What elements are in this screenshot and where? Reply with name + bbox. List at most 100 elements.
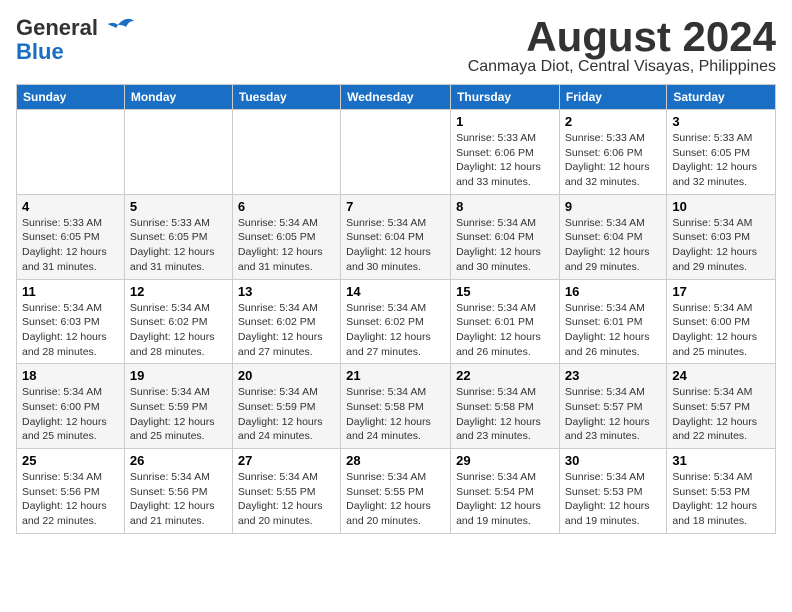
calendar-cell: 25Sunrise: 5:34 AM Sunset: 5:56 PM Dayli… <box>17 449 125 534</box>
calendar-cell: 29 Sunrise: 5:34 AM Sunset: 5:54 PM Dayli… <box>451 449 560 534</box>
calendar-cell: 6 Sunrise: 5:34 AM Sunset: 6:05 PM Daylig… <box>232 194 340 279</box>
day-number: 14 <box>346 284 445 299</box>
day-info: Sunrise: 5:34 AM Sunset: 5:56 PM Dayligh… <box>130 470 227 529</box>
calendar-cell: 30Sunrise: 5:34 AM Sunset: 5:53 PM Dayli… <box>559 449 666 534</box>
day-number: 29 <box>456 453 554 468</box>
day-info: Sunrise: 5:34 AM Sunset: 6:02 PM Dayligh… <box>238 301 335 360</box>
logo-text: GeneralBlue <box>16 16 98 64</box>
day-info: Sunrise: 5:34 AM Sunset: 5:54 PM Dayligh… <box>456 470 554 529</box>
title-block: August 2024 Canmaya Diot, Central Visaya… <box>468 16 776 76</box>
weekday-header: Saturday <box>667 85 776 110</box>
day-number: 13 <box>238 284 335 299</box>
page-header: GeneralBlue August 2024 Canmaya Diot, Ce… <box>16 16 776 76</box>
day-info: Sunrise: 5:33 AM Sunset: 6:05 PM Dayligh… <box>22 216 119 275</box>
page-title: August 2024 <box>468 16 776 58</box>
weekday-header-row: SundayMondayTuesdayWednesdayThursdayFrid… <box>17 85 776 110</box>
page-subtitle: Canmaya Diot, Central Visayas, Philippin… <box>468 58 776 76</box>
calendar-week-row: 1Sunrise: 5:33 AM Sunset: 6:06 PM Daylig… <box>17 110 776 195</box>
calendar-cell <box>232 110 340 195</box>
day-info: Sunrise: 5:34 AM Sunset: 6:02 PM Dayligh… <box>130 301 227 360</box>
calendar-cell: 14 Sunrise: 5:34 AM Sunset: 6:02 PM Dayli… <box>341 279 451 364</box>
day-number: 28 <box>346 453 445 468</box>
logo: GeneralBlue <box>16 16 136 64</box>
day-number: 7 <box>346 199 445 214</box>
day-number: 15 <box>456 284 554 299</box>
day-number: 9 <box>565 199 661 214</box>
calendar-cell: 26 Sunrise: 5:34 AM Sunset: 5:56 PM Dayli… <box>124 449 232 534</box>
calendar-cell: 1Sunrise: 5:33 AM Sunset: 6:06 PM Daylig… <box>451 110 560 195</box>
weekday-header: Thursday <box>451 85 560 110</box>
calendar-cell <box>17 110 125 195</box>
calendar-cell: 10Sunrise: 5:34 AM Sunset: 6:03 PM Dayli… <box>667 194 776 279</box>
calendar-cell: 11 Sunrise: 5:34 AM Sunset: 6:03 PM Dayli… <box>17 279 125 364</box>
calendar-week-row: 4 Sunrise: 5:33 AM Sunset: 6:05 PM Daylig… <box>17 194 776 279</box>
day-info: Sunrise: 5:33 AM Sunset: 6:05 PM Dayligh… <box>130 216 227 275</box>
day-info: Sunrise: 5:33 AM Sunset: 6:05 PM Dayligh… <box>672 131 770 190</box>
day-number: 21 <box>346 368 445 383</box>
day-info: Sunrise: 5:34 AM Sunset: 5:59 PM Dayligh… <box>238 385 335 444</box>
day-info: Sunrise: 5:34 AM Sunset: 6:05 PM Dayligh… <box>238 216 335 275</box>
day-info: Sunrise: 5:34 AM Sunset: 6:04 PM Dayligh… <box>346 216 445 275</box>
day-number: 19 <box>130 368 227 383</box>
calendar-cell: 21 Sunrise: 5:34 AM Sunset: 5:58 PM Dayli… <box>341 364 451 449</box>
weekday-header: Sunday <box>17 85 125 110</box>
calendar-cell <box>341 110 451 195</box>
day-number: 23 <box>565 368 661 383</box>
calendar-cell: 24Sunrise: 5:34 AM Sunset: 5:57 PM Dayli… <box>667 364 776 449</box>
calendar-week-row: 18Sunrise: 5:34 AM Sunset: 6:00 PM Dayli… <box>17 364 776 449</box>
day-info: Sunrise: 5:34 AM Sunset: 6:01 PM Dayligh… <box>565 301 661 360</box>
calendar-cell: 5 Sunrise: 5:33 AM Sunset: 6:05 PM Daylig… <box>124 194 232 279</box>
day-number: 17 <box>672 284 770 299</box>
calendar-cell: 9 Sunrise: 5:34 AM Sunset: 6:04 PM Daylig… <box>559 194 666 279</box>
calendar-cell: 7 Sunrise: 5:34 AM Sunset: 6:04 PM Daylig… <box>341 194 451 279</box>
day-info: Sunrise: 5:34 AM Sunset: 5:53 PM Dayligh… <box>672 470 770 529</box>
day-info: Sunrise: 5:34 AM Sunset: 6:00 PM Dayligh… <box>672 301 770 360</box>
calendar-cell: 3 Sunrise: 5:33 AM Sunset: 6:05 PM Daylig… <box>667 110 776 195</box>
day-number: 11 <box>22 284 119 299</box>
day-info: Sunrise: 5:34 AM Sunset: 5:55 PM Dayligh… <box>346 470 445 529</box>
day-number: 8 <box>456 199 554 214</box>
calendar-cell: 18Sunrise: 5:34 AM Sunset: 6:00 PM Dayli… <box>17 364 125 449</box>
calendar-cell: 16 Sunrise: 5:34 AM Sunset: 6:01 PM Dayli… <box>559 279 666 364</box>
day-number: 4 <box>22 199 119 214</box>
day-info: Sunrise: 5:34 AM Sunset: 6:01 PM Dayligh… <box>456 301 554 360</box>
day-number: 2 <box>565 114 661 129</box>
day-number: 16 <box>565 284 661 299</box>
day-number: 3 <box>672 114 770 129</box>
calendar-table: SundayMondayTuesdayWednesdayThursdayFrid… <box>16 84 776 534</box>
logo-blue: Blue <box>16 39 64 64</box>
day-number: 30 <box>565 453 661 468</box>
calendar-cell: 28 Sunrise: 5:34 AM Sunset: 5:55 PM Dayli… <box>341 449 451 534</box>
day-info: Sunrise: 5:33 AM Sunset: 6:06 PM Dayligh… <box>565 131 661 190</box>
calendar-cell: 19 Sunrise: 5:34 AM Sunset: 5:59 PM Dayli… <box>124 364 232 449</box>
day-info: Sunrise: 5:34 AM Sunset: 6:03 PM Dayligh… <box>672 216 770 275</box>
day-info: Sunrise: 5:33 AM Sunset: 6:06 PM Dayligh… <box>456 131 554 190</box>
day-info: Sunrise: 5:34 AM Sunset: 5:58 PM Dayligh… <box>346 385 445 444</box>
day-number: 31 <box>672 453 770 468</box>
day-number: 6 <box>238 199 335 214</box>
day-info: Sunrise: 5:34 AM Sunset: 5:56 PM Dayligh… <box>22 470 119 529</box>
weekday-header: Monday <box>124 85 232 110</box>
day-info: Sunrise: 5:34 AM Sunset: 5:57 PM Dayligh… <box>672 385 770 444</box>
weekday-header: Wednesday <box>341 85 451 110</box>
day-number: 20 <box>238 368 335 383</box>
calendar-cell: 23Sunrise: 5:34 AM Sunset: 5:57 PM Dayli… <box>559 364 666 449</box>
calendar-cell: 20 Sunrise: 5:34 AM Sunset: 5:59 PM Dayli… <box>232 364 340 449</box>
day-info: Sunrise: 5:34 AM Sunset: 6:02 PM Dayligh… <box>346 301 445 360</box>
calendar-cell: 15 Sunrise: 5:34 AM Sunset: 6:01 PM Dayli… <box>451 279 560 364</box>
calendar-week-row: 25Sunrise: 5:34 AM Sunset: 5:56 PM Dayli… <box>17 449 776 534</box>
calendar-cell: 12 Sunrise: 5:34 AM Sunset: 6:02 PM Dayli… <box>124 279 232 364</box>
weekday-header: Tuesday <box>232 85 340 110</box>
day-number: 12 <box>130 284 227 299</box>
day-number: 5 <box>130 199 227 214</box>
calendar-cell: 27Sunrise: 5:34 AM Sunset: 5:55 PM Dayli… <box>232 449 340 534</box>
calendar-week-row: 11 Sunrise: 5:34 AM Sunset: 6:03 PM Dayli… <box>17 279 776 364</box>
day-info: Sunrise: 5:34 AM Sunset: 6:03 PM Dayligh… <box>22 301 119 360</box>
calendar-cell: 2 Sunrise: 5:33 AM Sunset: 6:06 PM Daylig… <box>559 110 666 195</box>
day-number: 26 <box>130 453 227 468</box>
day-info: Sunrise: 5:34 AM Sunset: 5:59 PM Dayligh… <box>130 385 227 444</box>
calendar-cell: 31 Sunrise: 5:34 AM Sunset: 5:53 PM Dayli… <box>667 449 776 534</box>
day-info: Sunrise: 5:34 AM Sunset: 6:04 PM Dayligh… <box>565 216 661 275</box>
calendar-cell: 8Sunrise: 5:34 AM Sunset: 6:04 PM Daylig… <box>451 194 560 279</box>
calendar-cell <box>124 110 232 195</box>
